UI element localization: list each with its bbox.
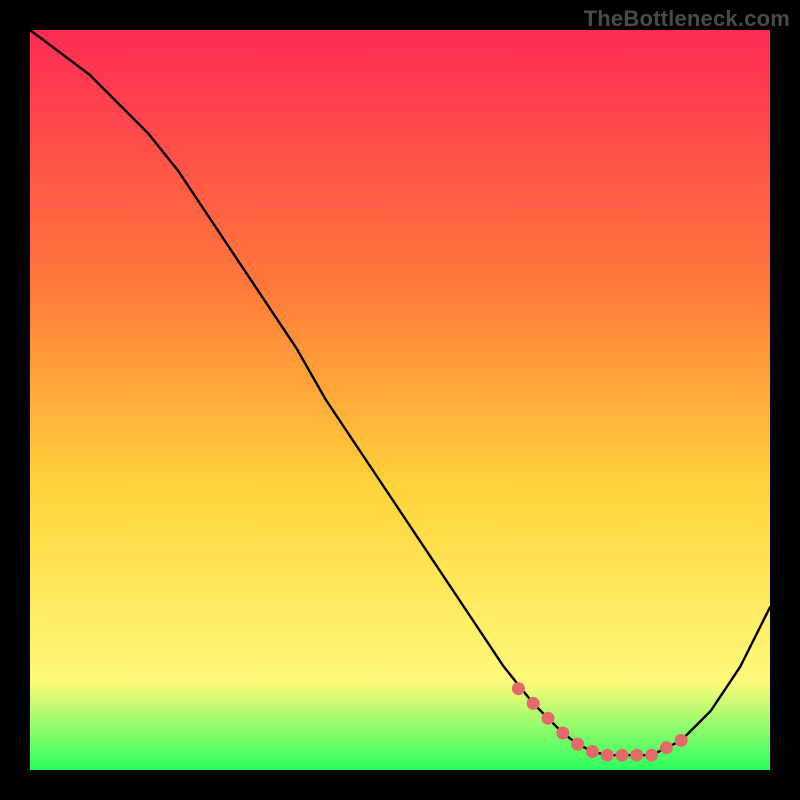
marker-point [645, 749, 658, 762]
bottleneck-chart [0, 0, 800, 800]
marker-point [512, 682, 525, 695]
marker-point [556, 727, 569, 740]
marker-point [571, 738, 584, 751]
gradient-background [30, 30, 770, 770]
marker-point [616, 749, 629, 762]
marker-point [675, 734, 688, 747]
marker-point [542, 712, 555, 725]
marker-point [527, 697, 540, 710]
marker-point [601, 749, 614, 762]
marker-point [586, 745, 599, 758]
marker-point [660, 741, 673, 754]
marker-point [630, 749, 643, 762]
watermark-text: TheBottleneck.com [584, 6, 790, 32]
chart-frame: { "watermark": "TheBottleneck.com", "col… [0, 0, 800, 800]
